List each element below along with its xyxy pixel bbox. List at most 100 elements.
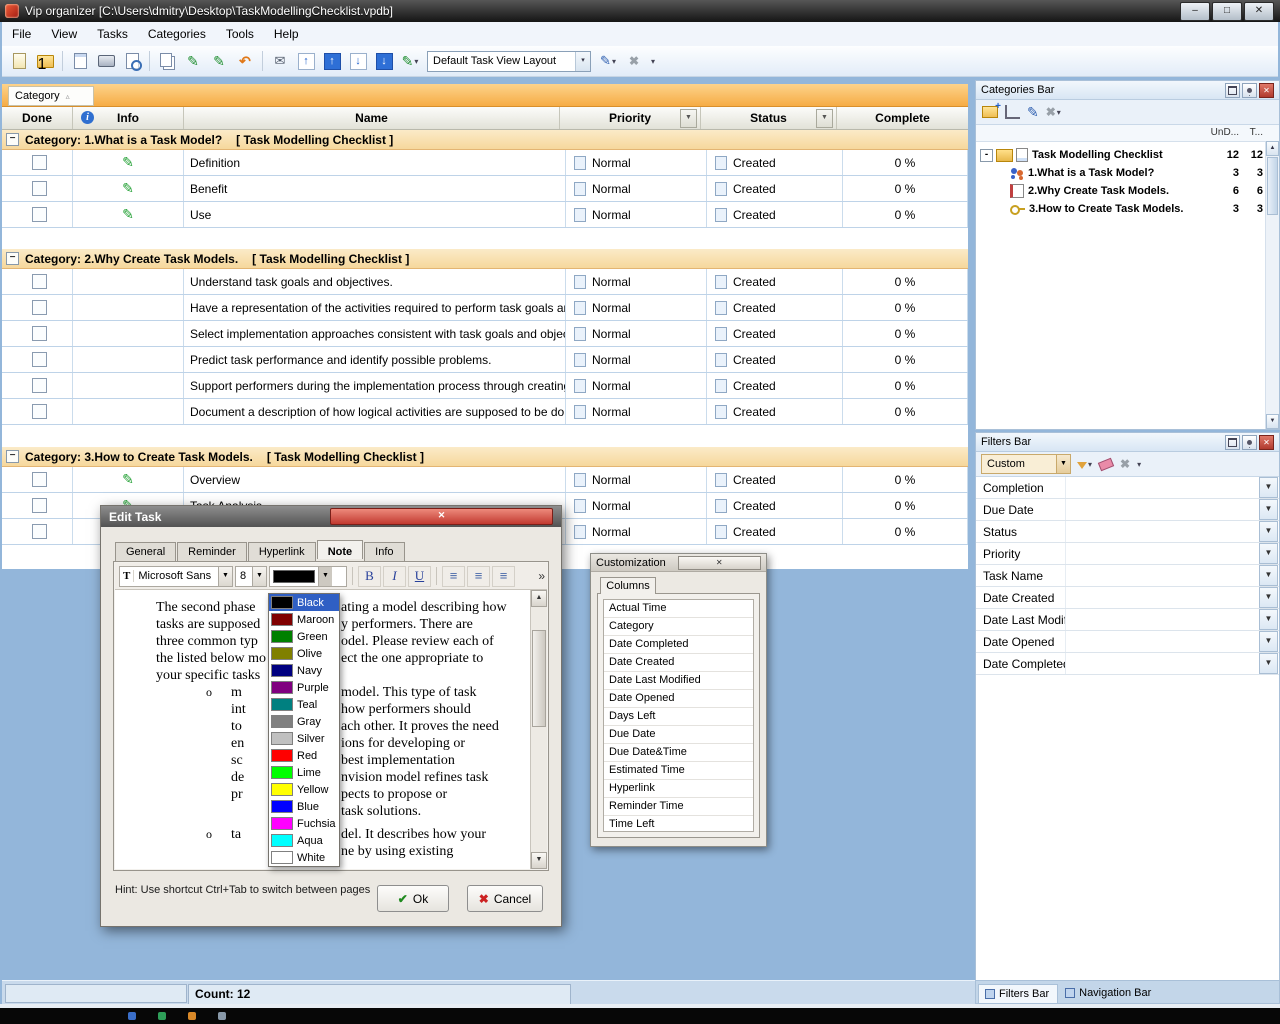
bold-button[interactable]: B <box>358 566 381 587</box>
taskbar-icon[interactable] <box>128 1012 136 1020</box>
tab-info[interactable]: Info <box>364 542 404 561</box>
tab-navigation-bar[interactable]: Navigation Bar <box>1058 983 1160 1003</box>
color-option-aqua[interactable]: Aqua <box>269 832 339 849</box>
move-down-button[interactable]: ↓ <box>345 49 371 73</box>
group-header[interactable]: −Category: 3.How to Create Task Models.[… <box>2 447 968 467</box>
categories-scrollbar[interactable]: ▲ ▼ <box>1265 141 1279 429</box>
tab-hyperlink[interactable]: Hyperlink <box>248 542 316 561</box>
tab-columns[interactable]: Columns <box>600 577 656 594</box>
tree-item[interactable]: 2.Why Create Task Models.66 <box>976 182 1279 200</box>
chevron-down-icon[interactable]: ▼ <box>252 567 266 586</box>
priority-cell[interactable]: Normal <box>566 202 707 227</box>
scroll-up-icon[interactable]: ▲ <box>531 590 547 607</box>
done-checkbox[interactable] <box>32 404 47 419</box>
manage-categories-button[interactable] <box>1004 102 1021 122</box>
taskbar-icon[interactable] <box>188 1012 196 1020</box>
group-header[interactable]: −Category: 1.What is a Task Model?[ Task… <box>2 130 968 150</box>
scroll-thumb[interactable] <box>532 630 546 727</box>
note-icon[interactable]: ✎ <box>122 206 134 223</box>
italic-button[interactable]: I <box>383 566 406 587</box>
panel-close-button[interactable]: ✕ <box>1259 435 1274 450</box>
color-option-green[interactable]: Green <box>269 628 339 645</box>
delete-view-button[interactable]: ✖ <box>621 49 647 73</box>
filter-dropdown-button[interactable]: ▼ <box>1259 477 1278 498</box>
status-cell[interactable]: Created <box>707 269 843 294</box>
close-button[interactable]: ✕ <box>1244 2 1274 21</box>
task-row[interactable]: ✎DefinitionNormalCreated0 % <box>2 150 968 176</box>
status-cell[interactable]: Created <box>707 176 843 201</box>
task-name[interactable]: Overview <box>184 467 566 492</box>
tree-item[interactable]: 3.How to Create Task Models.33 <box>976 200 1279 218</box>
align-center-button[interactable]: ≡ <box>467 566 490 587</box>
font-color-combo[interactable]: ▼ <box>269 566 347 587</box>
column-list-item[interactable]: Date Opened <box>604 690 753 708</box>
task-row[interactable]: Support performers during the implementa… <box>2 373 968 399</box>
task-name[interactable]: Predict task performance and identify po… <box>184 347 566 372</box>
group-collapse-button[interactable]: − <box>6 133 19 146</box>
font-size-combo[interactable]: 8 ▼ <box>235 566 267 587</box>
print-preview-button[interactable] <box>119 49 145 73</box>
open-database-button[interactable]: 1 <box>32 49 58 73</box>
print-button[interactable] <box>93 49 119 73</box>
tab-filters-bar[interactable]: Filters Bar <box>978 984 1058 1003</box>
menu-item-view[interactable]: View <box>41 23 87 45</box>
copy-task-button[interactable] <box>154 49 180 73</box>
task-name[interactable]: Support performers during the implementa… <box>184 373 566 398</box>
column-list-item[interactable]: Date Completed <box>604 636 753 654</box>
color-option-gray[interactable]: Gray <box>269 713 339 730</box>
filter-dropdown-button[interactable]: ▼ <box>1259 631 1278 652</box>
color-option-teal[interactable]: Teal <box>269 696 339 713</box>
priority-cell[interactable]: Normal <box>566 269 707 294</box>
maximize-button[interactable]: □ <box>1212 2 1242 21</box>
filter-dropdown-button[interactable]: ▼ <box>1259 653 1278 674</box>
column-list-item[interactable]: Date Last Modified <box>604 672 753 690</box>
task-name[interactable]: Benefit <box>184 176 566 201</box>
task-name[interactable]: Use <box>184 202 566 227</box>
priority-cell[interactable]: Normal <box>566 295 707 320</box>
insert-note-button[interactable]: ✎▾ <box>397 49 423 73</box>
tree-column-header-undone[interactable]: UnD... <box>1211 127 1239 138</box>
status-cell[interactable]: Created <box>707 373 843 398</box>
column-list-item[interactable]: Date Created <box>604 654 753 672</box>
chevron-down-icon[interactable]: ▼ <box>218 567 232 586</box>
color-option-white[interactable]: White <box>269 849 339 866</box>
column-list-item[interactable]: Estimated Time <box>604 762 753 780</box>
task-name[interactable]: Have a representation of the activities … <box>184 295 566 320</box>
done-checkbox[interactable] <box>32 155 47 170</box>
filter-dropdown-button[interactable]: ▼ <box>1259 609 1278 630</box>
priority-cell[interactable]: Normal <box>566 150 707 175</box>
color-option-purple[interactable]: Purple <box>269 679 339 696</box>
color-option-yellow[interactable]: Yellow <box>269 781 339 798</box>
task-row[interactable]: Have a representation of the activities … <box>2 295 968 321</box>
done-checkbox[interactable] <box>32 498 47 513</box>
customize-view-button[interactable]: ✎▾ <box>595 49 621 73</box>
status-cell[interactable]: Created <box>707 493 843 518</box>
note-scrollbar[interactable]: ▲ ▼ <box>530 590 547 869</box>
align-left-button[interactable]: ≡ <box>442 566 465 587</box>
priority-cell[interactable]: Normal <box>566 347 707 372</box>
task-row[interactable]: ✎BenefitNormalCreated0 % <box>2 176 968 202</box>
edit-filter-button[interactable]: ▾ <box>1076 454 1093 474</box>
chevron-down-icon[interactable]: ▾ <box>575 52 590 71</box>
column-header-complete[interactable]: Complete <box>837 107 968 129</box>
task-name[interactable]: Definition <box>184 150 566 175</box>
task-name[interactable]: Document a description of how logical ac… <box>184 399 566 424</box>
new-note-button[interactable]: ✎ <box>206 49 232 73</box>
status-cell[interactable]: Created <box>707 399 843 424</box>
panel-pin-button[interactable] <box>1242 435 1257 450</box>
done-checkbox[interactable] <box>32 274 47 289</box>
column-list-item[interactable]: Time Left <box>604 816 753 832</box>
filter-dropdown-button[interactable]: ▼ <box>1259 499 1278 520</box>
color-option-silver[interactable]: Silver <box>269 730 339 747</box>
priority-cell[interactable]: Normal <box>566 519 707 544</box>
scroll-down-icon[interactable]: ▼ <box>531 852 547 869</box>
column-list-item[interactable]: Due Date&Time <box>604 744 753 762</box>
move-up-button[interactable]: ↑ <box>293 49 319 73</box>
status-cell[interactable]: Created <box>707 150 843 175</box>
clear-filter-button[interactable] <box>1098 454 1114 474</box>
add-category-button[interactable] <box>981 102 999 122</box>
status-cell[interactable]: Created <box>707 467 843 492</box>
done-checkbox[interactable] <box>32 326 47 341</box>
panel-pin-button[interactable] <box>1242 83 1257 98</box>
taskbar-icon[interactable] <box>218 1012 226 1020</box>
